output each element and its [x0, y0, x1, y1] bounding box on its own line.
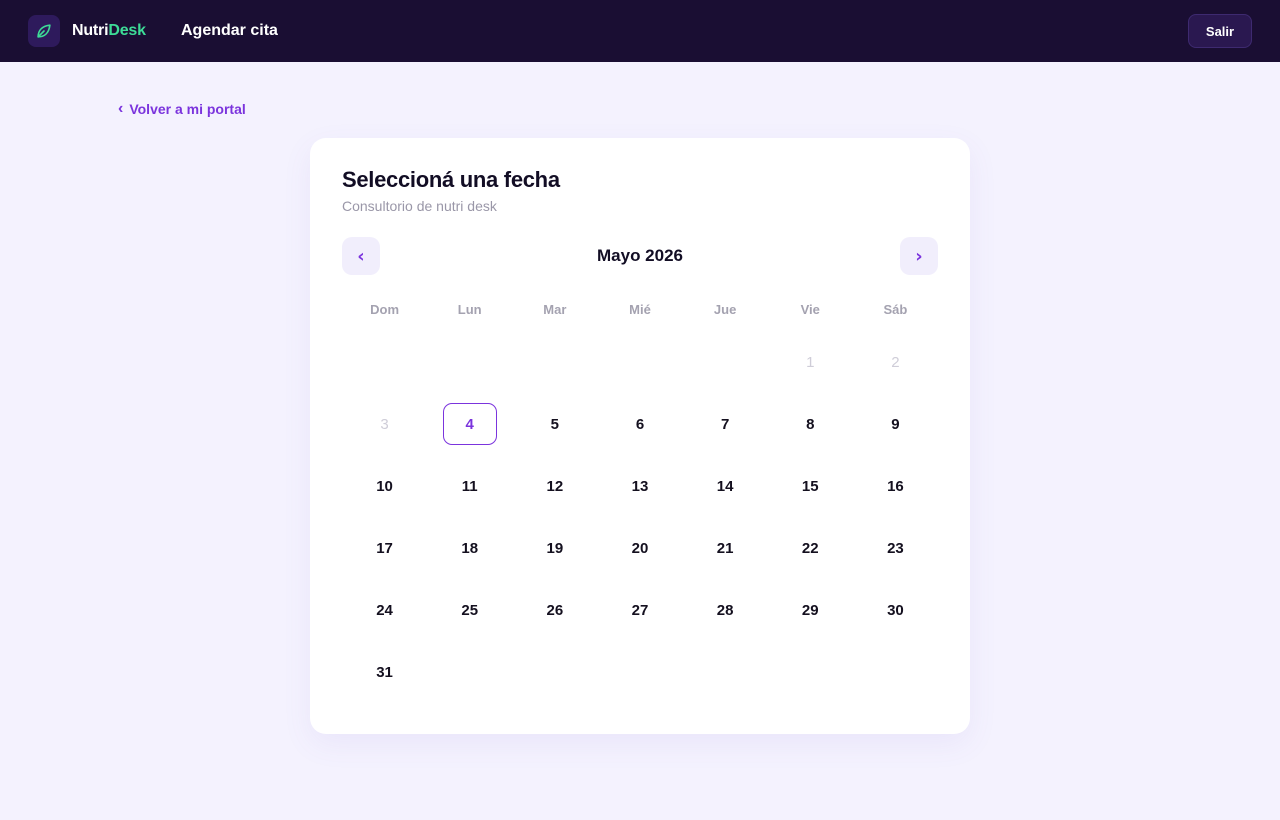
calendar-day-cell: 7	[683, 393, 768, 455]
calendar-day-cell: 3	[342, 393, 427, 455]
calendar-day-12[interactable]: 12	[528, 465, 582, 507]
calendar-day-31[interactable]: 31	[358, 651, 412, 693]
calendar-day-22[interactable]: 22	[783, 527, 837, 569]
calendar-day-14[interactable]: 14	[698, 465, 752, 507]
calendar-day-2: 2	[891, 353, 900, 371]
calendar-day-25[interactable]: 25	[443, 589, 497, 631]
weekday-label: Sáb	[883, 302, 908, 317]
weekday-label: Mar	[543, 302, 567, 317]
calendar-day-cell: 11	[427, 455, 512, 517]
calendar-day-13[interactable]: 13	[613, 465, 667, 507]
weekday-label: Lun	[457, 302, 482, 317]
calendar-day-cell: 24	[342, 579, 427, 641]
top-bar: NutriDesk Agendar cita Salir	[0, 0, 1280, 62]
calendar-day-cell: 22	[768, 517, 853, 579]
calendar-day-30[interactable]: 30	[868, 589, 922, 631]
calendar-day-15[interactable]: 15	[783, 465, 837, 507]
calendar-day-6[interactable]: 6	[613, 403, 667, 445]
calendar-day-cell: 2	[853, 331, 938, 393]
calendar-day-cell: 17	[342, 517, 427, 579]
weekday-label: Jue	[713, 302, 737, 317]
logout-button[interactable]: Salir	[1188, 14, 1252, 48]
page-title: Agendar cita	[181, 22, 278, 39]
calendar-day-cell: 26	[512, 579, 597, 641]
calendar-day-cell: 18	[427, 517, 512, 579]
calendar-blank-cell	[597, 331, 682, 393]
calendar-day-10[interactable]: 10	[358, 465, 412, 507]
calendar-day-9[interactable]: 9	[868, 403, 922, 445]
calendar-day-28[interactable]: 28	[698, 589, 752, 631]
calendar-day-cell: 10	[342, 455, 427, 517]
calendar-day-26[interactable]: 26	[528, 589, 582, 631]
weekday-header-row: Dom Lun Mar Mié Jue Vie Sáb	[342, 302, 938, 318]
calendar-day-11[interactable]: 11	[443, 465, 497, 507]
calendar-day-1: 1	[806, 353, 815, 371]
calendar-day-cell: 27	[597, 579, 682, 641]
calendar-day-29[interactable]: 29	[783, 589, 837, 631]
calendar-blank-cell	[683, 331, 768, 393]
next-month-button[interactable]: ›	[900, 237, 938, 275]
month-label: Mayo 2026	[597, 246, 683, 265]
calendar-day-5[interactable]: 5	[528, 403, 582, 445]
date-picker-card: Seleccioná una fecha Consultorio de nutr…	[310, 138, 970, 734]
calendar-day-7[interactable]: 7	[698, 403, 752, 445]
calendar-day-cell: 16	[853, 455, 938, 517]
calendar-day-cell: 5	[512, 393, 597, 455]
weekday-label: Mié	[629, 302, 651, 317]
calendar-day-grid: 1 2 3 4 5 6 7 8 9 10 11 12 13 14 15 16 17 18 19 20 21 22 23 24 2…	[342, 331, 938, 703]
weekday-label: Vie	[800, 302, 820, 317]
card-subtitle: Consultorio de nutri desk	[342, 198, 497, 214]
calendar-blank-cell	[342, 331, 427, 393]
calendar-day-cell: 8	[768, 393, 853, 455]
calendar-day-cell: 30	[853, 579, 938, 641]
weekday-label: Dom	[370, 302, 400, 317]
brand-name[interactable]: NutriDesk	[72, 21, 146, 41]
calendar-day-cell: 4	[427, 393, 512, 455]
calendar-day-cell: 12	[512, 455, 597, 517]
calendar-day-18[interactable]: 18	[443, 527, 497, 569]
calendar-day-cell: 1	[768, 331, 853, 393]
calendar-day-cell: 25	[427, 579, 512, 641]
calendar-blank-cell	[512, 331, 597, 393]
calendar-day-cell: 21	[683, 517, 768, 579]
calendar-day-cell: 9	[853, 393, 938, 455]
calendar-day-21[interactable]: 21	[698, 527, 752, 569]
calendar-day-19[interactable]: 19	[528, 527, 582, 569]
leaf-icon[interactable]	[28, 15, 60, 47]
back-to-portal-link[interactable]: ‹ Volver a mi portal	[118, 100, 246, 118]
calendar-day-cell: 28	[683, 579, 768, 641]
brand-name-part2: Desk	[108, 22, 146, 39]
calendar-day-cell: 20	[597, 517, 682, 579]
calendar-day-3: 3	[380, 415, 389, 433]
calendar-day-24[interactable]: 24	[358, 589, 412, 631]
calendar-day-cell: 19	[512, 517, 597, 579]
calendar-day-8[interactable]: 8	[783, 403, 837, 445]
calendar-day-16[interactable]: 16	[868, 465, 922, 507]
calendar-day-cell: 29	[768, 579, 853, 641]
calendar-day-23[interactable]: 23	[868, 527, 922, 569]
calendar-day-17[interactable]: 17	[358, 527, 412, 569]
calendar-blank-cell	[427, 331, 512, 393]
calendar-day-27[interactable]: 27	[613, 589, 667, 631]
calendar-day-cell: 31	[342, 641, 427, 703]
calendar-day-cell: 23	[853, 517, 938, 579]
calendar-day-cell: 13	[597, 455, 682, 517]
calendar-day-cell: 6	[597, 393, 682, 455]
calendar-day-cell: 14	[683, 455, 768, 517]
brand-name-part1: Nutri	[72, 22, 109, 39]
calendar-day-20[interactable]: 20	[613, 527, 667, 569]
calendar-day-selected[interactable]: 4	[442, 403, 497, 445]
back-link-label: Volver a mi portal	[129, 101, 246, 117]
card-title: Seleccioná una fecha	[342, 167, 560, 192]
calendar-day-cell: 15	[768, 455, 853, 517]
chevron-left-icon: ‹	[118, 100, 124, 117]
